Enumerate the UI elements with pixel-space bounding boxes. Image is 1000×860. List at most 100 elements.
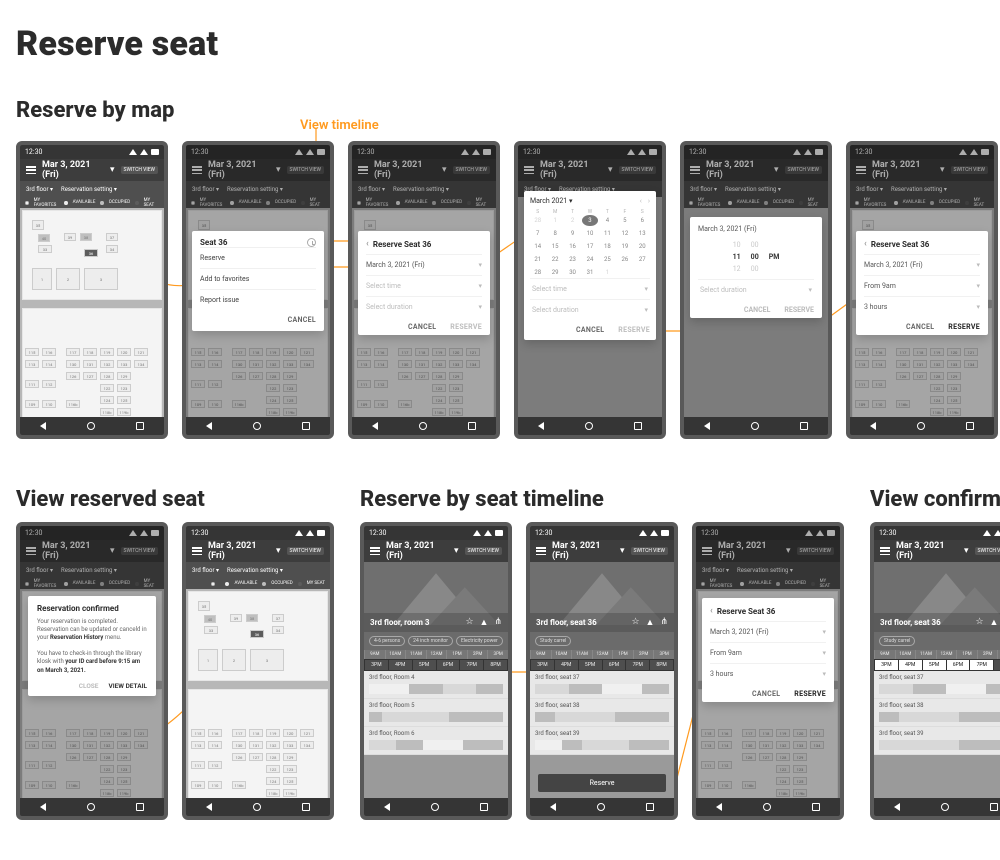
seat[interactable]: 34: [106, 245, 118, 253]
warning-icon[interactable]: ▲: [480, 617, 489, 628]
seat[interactable]: 110: [208, 781, 222, 789]
seat[interactable]: 35: [32, 220, 44, 230]
seat[interactable]: 118: [249, 729, 263, 737]
hour-button[interactable]: 5PM: [413, 660, 436, 670]
cal-prev-icon[interactable]: ‹: [640, 197, 642, 205]
seat[interactable]: 130: [66, 360, 80, 368]
field-duration[interactable]: 3 hours▾: [864, 296, 980, 317]
field-time[interactable]: Select time▾: [530, 278, 650, 299]
seat[interactable]: 3: [250, 649, 284, 671]
action-reserve[interactable]: Reserve: [200, 247, 316, 268]
hour-button[interactable]: 6PM: [437, 660, 460, 670]
seat[interactable]: 120: [283, 729, 297, 737]
seat-my[interactable]: 36: [250, 630, 264, 638]
seat[interactable]: 115: [25, 348, 39, 356]
reserve-button[interactable]: RESERVE: [784, 306, 814, 314]
seat[interactable]: 109: [25, 400, 39, 408]
header-date[interactable]: Mar 3, 2021 (Fri): [42, 160, 104, 180]
filter-floor[interactable]: 3rd floor: [26, 186, 53, 193]
calendar-month[interactable]: March 2021 ▾: [530, 197, 572, 205]
seat[interactable]: 126: [232, 753, 246, 761]
close-button[interactable]: CLOSE: [79, 682, 99, 690]
seat[interactable]: 112: [42, 380, 56, 388]
hour-button[interactable]: 3PM: [531, 660, 554, 670]
seat[interactable]: 109: [191, 781, 205, 789]
seat[interactable]: 123: [283, 765, 297, 773]
cancel-button[interactable]: CANCEL: [752, 690, 780, 698]
seat[interactable]: 132: [100, 360, 114, 368]
hour-button[interactable]: 4PM: [899, 660, 922, 670]
seat[interactable]: 118b: [266, 789, 280, 797]
hour-button[interactable]: 3PM: [875, 660, 898, 670]
seat[interactable]: 124: [100, 396, 114, 404]
seat[interactable]: 114: [42, 360, 56, 368]
seat[interactable]: 126: [66, 372, 80, 380]
warning-icon[interactable]: ▲: [646, 617, 655, 628]
seat[interactable]: 134: [300, 741, 314, 749]
seat[interactable]: 132: [266, 741, 280, 749]
seat[interactable]: 1: [198, 649, 218, 671]
seat[interactable]: 1: [32, 268, 52, 290]
seat[interactable]: 117: [232, 729, 246, 737]
hour-button[interactable]: 7PM: [970, 660, 993, 670]
seat[interactable]: 39: [230, 614, 242, 622]
seat[interactable]: 112: [208, 761, 222, 769]
seat[interactable]: 40: [204, 615, 216, 623]
reserve-snackbar[interactable]: Reserve: [538, 774, 666, 792]
seat[interactable]: 116: [208, 729, 222, 737]
hour-button[interactable]: 6PM: [947, 660, 970, 670]
star-icon[interactable]: ☆: [631, 617, 639, 628]
seat[interactable]: 127: [249, 753, 263, 761]
seat[interactable]: 120: [117, 348, 131, 356]
seat[interactable]: 39: [64, 233, 76, 241]
filter-reservation-setting[interactable]: Reservation setting: [61, 186, 117, 193]
back-icon[interactable]: ‹: [366, 239, 369, 249]
seat[interactable]: 128: [100, 372, 114, 380]
hour-button[interactable]: 5PM: [923, 660, 946, 670]
hour-button[interactable]: 4PM: [555, 660, 578, 670]
seat[interactable]: 40: [38, 234, 50, 242]
back-icon[interactable]: ‹: [710, 606, 713, 616]
seat[interactable]: 118: [83, 348, 97, 356]
cancel-button[interactable]: CANCEL: [288, 316, 316, 324]
seat[interactable]: 122: [266, 765, 280, 773]
seat[interactable]: 115: [191, 729, 205, 737]
time-wheel[interactable]: 101112 000000 PM: [698, 241, 814, 273]
field-duration[interactable]: Select duration▾: [530, 299, 650, 320]
calendar-days[interactable]: 2812345678910111213141516171819202122232…: [530, 215, 650, 278]
field-time[interactable]: Select time▾: [366, 275, 482, 296]
seat-map[interactable]: 3540393837333634123115116117118119120121…: [186, 589, 330, 812]
seat[interactable]: 122: [100, 384, 114, 392]
field-date[interactable]: March 3, 2021 (Fri)▾: [710, 621, 826, 642]
reserve-button[interactable]: RESERVE: [450, 323, 482, 331]
reserve-button[interactable]: RESERVE: [948, 323, 980, 331]
hour-button[interactable]: 7PM: [626, 660, 649, 670]
seat[interactable]: 131: [249, 741, 263, 749]
share-icon[interactable]: ⋔: [660, 617, 668, 628]
seat[interactable]: 119: [100, 348, 114, 356]
hour-button[interactable]: 6PM: [603, 660, 626, 670]
chip[interactable]: Study carrel: [535, 636, 571, 646]
seat[interactable]: 113: [25, 360, 39, 368]
seat[interactable]: 125: [117, 396, 131, 404]
seat[interactable]: 33: [38, 245, 52, 253]
nav-home-icon[interactable]: [87, 422, 95, 430]
seat[interactable]: 119b: [117, 408, 131, 416]
view-detail-button[interactable]: VIEW DETAIL: [108, 682, 147, 690]
reserve-button[interactable]: RESERVE: [618, 326, 650, 334]
seat[interactable]: 134: [134, 360, 148, 368]
seat[interactable]: 113: [191, 741, 205, 749]
field-time[interactable]: From 9am▾: [864, 275, 980, 296]
nav-back-icon[interactable]: [40, 422, 46, 430]
chip[interactable]: Study carrel: [879, 636, 915, 646]
seat[interactable]: 129: [283, 753, 297, 761]
action-report[interactable]: Report issue: [200, 289, 316, 310]
seat[interactable]: 111: [25, 380, 39, 388]
seat[interactable]: 121: [300, 729, 314, 737]
seat[interactable]: 3: [84, 268, 118, 290]
seat[interactable]: 133: [283, 741, 297, 749]
switch-view-button[interactable]: SWITCH VIEW: [121, 166, 159, 174]
seat[interactable]: 37: [106, 233, 118, 241]
warning-icon[interactable]: ▲: [990, 617, 999, 628]
seat[interactable]: 35: [198, 601, 210, 611]
